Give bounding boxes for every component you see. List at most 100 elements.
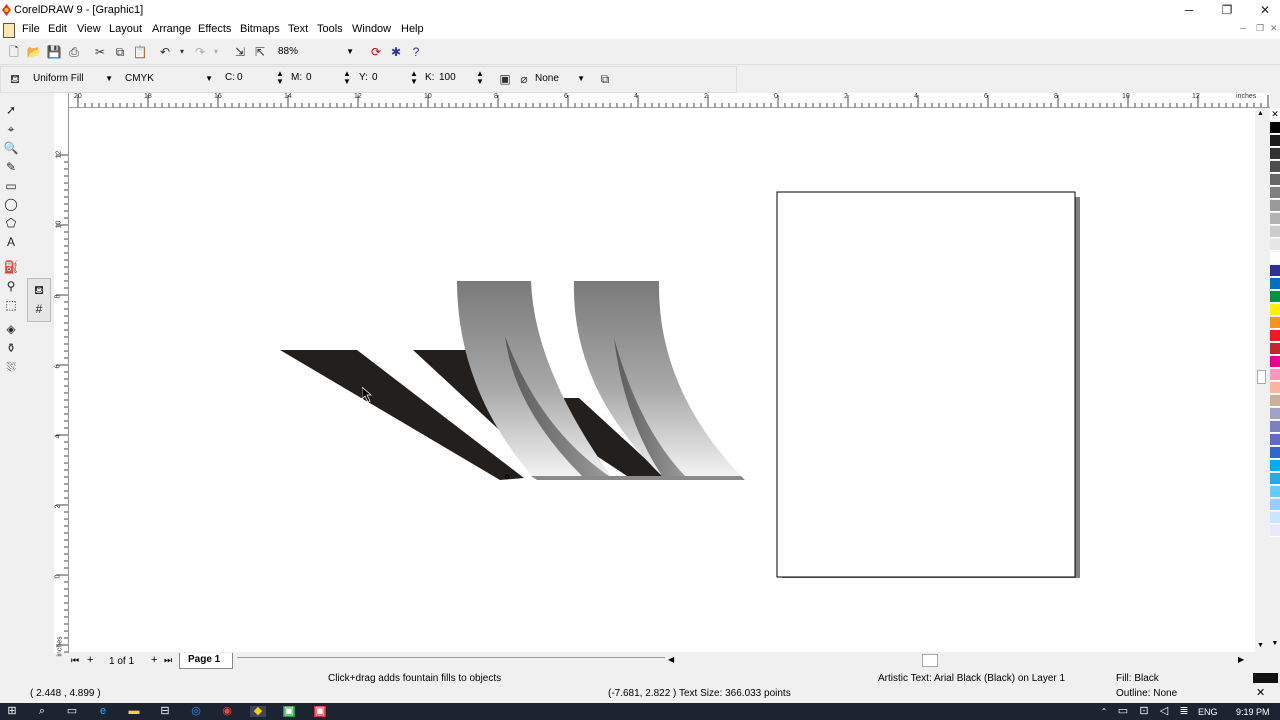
palette-swatch[interactable] (1270, 278, 1280, 290)
palette-swatch[interactable] (1270, 486, 1280, 498)
shape-tool-icon[interactable]: ⌖ (3, 121, 19, 137)
palette-swatch[interactable] (1270, 330, 1280, 342)
palette-swatch[interactable] (1270, 421, 1280, 433)
menu-help[interactable]: Help (401, 23, 424, 35)
text-tool-icon[interactable]: A (3, 234, 19, 250)
menu-edit[interactable]: Edit (48, 23, 67, 35)
palette-swatch[interactable] (1270, 135, 1280, 147)
menu-bitmaps[interactable]: Bitmaps (240, 23, 280, 35)
vertical-scroll-thumb[interactable] (1257, 370, 1266, 384)
paste-icon[interactable]: 📋 (132, 44, 148, 60)
zoom-tool-icon[interactable]: 🔍 (3, 140, 19, 156)
ellipse-tool-icon[interactable]: ◯ (3, 196, 19, 212)
palette-swatch[interactable] (1270, 265, 1280, 277)
import-icon[interactable]: ⇲ (232, 44, 248, 60)
application-launcher-icon[interactable]: ⟳ (368, 44, 384, 60)
doc-close-icon[interactable]: ✕ (1270, 23, 1278, 34)
vertical-ruler[interactable]: 12 10 8 6 4 2 0 inches (54, 107, 69, 657)
copy-properties-icon[interactable]: ⧉ (597, 71, 613, 87)
export-icon[interactable]: ⇱ (252, 44, 268, 60)
notification-icon[interactable]: ≣ (1178, 706, 1190, 717)
polygon-tool-icon[interactable]: ⬠ (3, 215, 19, 231)
rectangle-tool-icon[interactable]: ▭ (3, 178, 19, 194)
palette-swatch[interactable] (1270, 252, 1280, 264)
file-explorer-icon[interactable]: ▬ (128, 706, 140, 717)
menu-view[interactable]: View (77, 23, 101, 35)
print-icon[interactable]: ⎙ (66, 44, 82, 60)
outline-none-icon[interactable]: ✕ (1256, 686, 1265, 699)
green-app-icon[interactable]: ▣ (283, 706, 295, 717)
interactive-fill-tool-icon[interactable]: ⛽ (3, 259, 19, 275)
menu-effects[interactable]: Effects (198, 23, 231, 35)
y-value[interactable]: 0 (372, 72, 378, 83)
coreldraw-taskbar-icon[interactable]: ◆ (250, 706, 266, 717)
palette-swatch[interactable] (1270, 382, 1280, 394)
redo-icon[interactable]: ↷ (192, 44, 208, 60)
task-view-icon[interactable]: ▭ (66, 706, 78, 717)
horizontal-ruler[interactable]: 20 18 16 14 12 10 8 6 4 2 0 2 4 6 8 10 1… (56, 93, 1270, 108)
fill-tool-icon[interactable]: ◈ (3, 321, 19, 337)
palette-swatch[interactable] (1270, 408, 1280, 420)
palette-swatch[interactable] (1270, 525, 1280, 537)
drawing-canvas[interactable] (69, 108, 1255, 652)
tab-page-1[interactable]: Page 1 (179, 653, 233, 669)
new-file-icon[interactable]: 🗋 (6, 44, 22, 60)
palette-swatch[interactable] (1270, 291, 1280, 303)
scroll-up-icon[interactable]: ▲ (1257, 110, 1264, 117)
copy-icon[interactable]: ⧉ (112, 44, 128, 60)
last-page-icon[interactable]: ⏭ (164, 655, 172, 666)
palette-swatch[interactable] (1270, 434, 1280, 446)
restore-icon[interactable]: ❐ (1208, 0, 1246, 21)
pick-tool-icon[interactable]: ➚ (3, 102, 19, 118)
horizontal-scroll-thumb[interactable] (922, 654, 938, 667)
add-page-before-icon[interactable]: + (87, 654, 93, 666)
extrude-tool-icon[interactable]: ⬚ (3, 297, 19, 313)
k-spinner-icon[interactable]: ▲ ▼ (476, 70, 484, 86)
palette-swatch[interactable] (1270, 343, 1280, 355)
fill-type-select[interactable]: Uniform Fill ▼ (31, 70, 115, 87)
palette-swatch[interactable] (1270, 512, 1280, 524)
m-value[interactable]: 0 (306, 72, 312, 83)
palette-swatch[interactable] (1270, 187, 1280, 199)
corel-tutor-icon[interactable]: ✱ (388, 44, 404, 60)
red-app-icon[interactable]: ▣ (314, 706, 326, 717)
printable-page[interactable] (776, 191, 1076, 578)
language-indicator[interactable]: ENG (1198, 707, 1218, 717)
palette-swatch[interactable] (1270, 148, 1280, 160)
palette-swatch[interactable] (1270, 473, 1280, 485)
tray-overflow-icon[interactable]: ⌃ (1098, 706, 1110, 717)
clock[interactable]: 9:19 PM (1236, 707, 1270, 717)
vertical-scrollbar[interactable]: ▲ ▼ (1256, 108, 1267, 652)
c-spinner-icon[interactable]: ▲ ▼ (276, 70, 284, 86)
battery-icon[interactable]: ▭ (1117, 706, 1129, 717)
eyedropper-tool-icon[interactable]: ⚲ (3, 278, 19, 294)
volume-icon[interactable]: ◁ (1158, 706, 1170, 717)
fill-swatch[interactable] (1253, 673, 1278, 683)
color-model-select[interactable]: CMYK ▼ (123, 70, 215, 87)
menu-arrange[interactable]: Arrange (152, 23, 191, 35)
c-value[interactable]: 0 (237, 72, 243, 83)
menu-file[interactable]: File (22, 23, 40, 35)
color-picker-icon[interactable]: ▣ (497, 71, 513, 87)
paint-bucket-tool-icon[interactable]: ⛆ (3, 359, 19, 375)
palette-swatch[interactable] (1270, 499, 1280, 511)
doc-minimize-icon[interactable]: ─ (1240, 23, 1246, 33)
menu-text[interactable]: Text (288, 23, 308, 35)
mesh-fill-flyout-icon[interactable]: # (31, 301, 47, 317)
store-icon[interactable]: ⊟ (159, 706, 171, 717)
m-spinner-icon[interactable]: ▲ ▼ (343, 70, 351, 86)
minimize-icon[interactable]: ─ (1170, 0, 1208, 21)
menu-layout[interactable]: Layout (109, 23, 142, 35)
palette-swatch[interactable] (1270, 395, 1280, 407)
palette-swatch[interactable] (1270, 226, 1280, 238)
palette-swatch[interactable] (1270, 317, 1280, 329)
palette-swatch[interactable] (1270, 174, 1280, 186)
palette-swatch[interactable] (1270, 304, 1280, 316)
zoom-select[interactable]: 88% ▼ (276, 43, 356, 60)
palette-swatch[interactable] (1270, 447, 1280, 459)
menu-window[interactable]: Window (352, 23, 391, 35)
first-page-icon[interactable]: ⏮ (71, 655, 79, 666)
edge-icon[interactable]: e (97, 706, 109, 717)
chrome-icon[interactable]: ◉ (221, 706, 233, 717)
palette-swatch[interactable] (1270, 200, 1280, 212)
